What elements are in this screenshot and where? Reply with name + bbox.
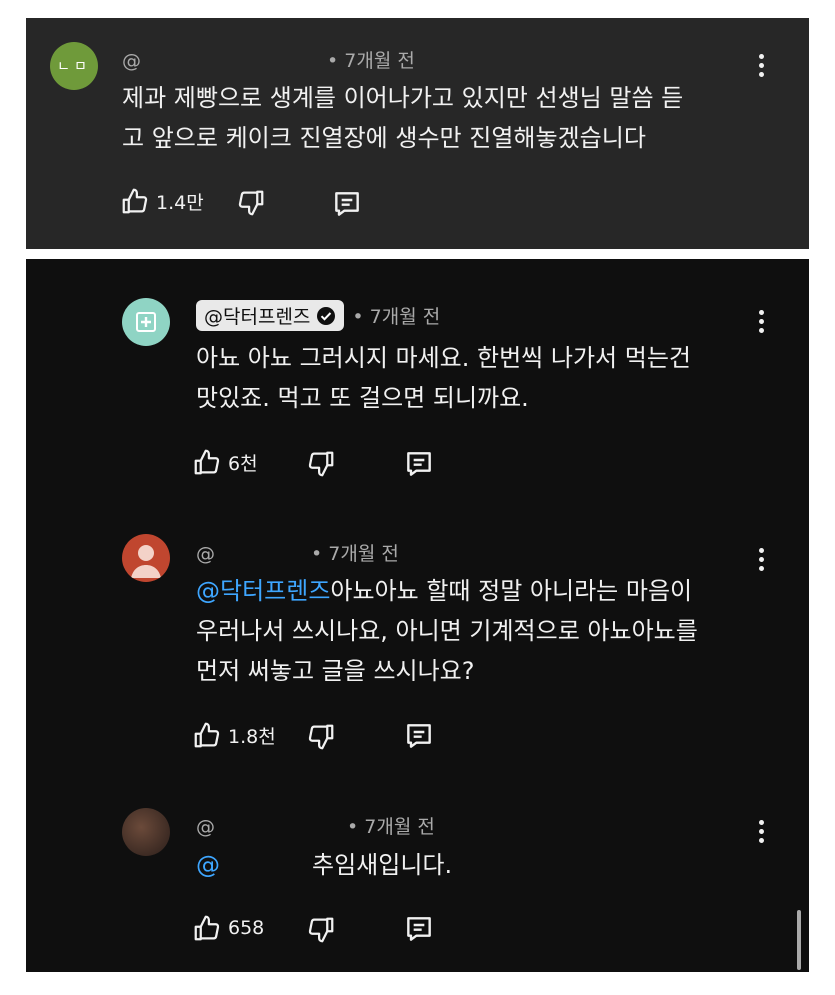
reply-button[interactable]: [402, 720, 436, 752]
medical-cross-icon: [136, 312, 156, 332]
comment-line: 아뇨아뇨 할때 정말 아니라는 마음이: [330, 577, 693, 605]
more-vert-icon[interactable]: [758, 548, 766, 575]
like-button[interactable]: 1.4만: [120, 186, 204, 216]
reply-icon: [335, 192, 359, 216]
comment-line: 고 앞으로 케이크 진열장에 생수만 진열해놓겠습니다: [122, 124, 646, 152]
avatar[interactable]: [122, 808, 170, 856]
comment-author[interactable]: @: [196, 816, 215, 838]
comment-meta: @닥터프렌즈 • 7개월 전: [196, 300, 440, 331]
comment-line: 맛있죠. 먹고 또 걸으면 되니까요.: [196, 384, 529, 412]
mention-link[interactable]: @닥터프렌즈: [196, 577, 330, 605]
like-count: 658: [228, 917, 265, 939]
like-count: 1.8천: [228, 725, 276, 748]
comment-meta: @ • 7개월 전: [196, 812, 435, 839]
reply-button[interactable]: [402, 913, 436, 945]
thumbs-up-icon: [122, 188, 148, 214]
reply-button[interactable]: [330, 188, 364, 220]
comment-line: 제과 제빵으로 생계를 이어나가고 있지만 선생님 말씀 듣: [122, 84, 684, 112]
like-button[interactable]: 6천: [192, 447, 258, 477]
thumbs-up-icon: [194, 449, 220, 475]
comment-text: 아뇨 아뇨 그러시지 마세요. 한번씩 나가서 먹는건 맛있죠. 먹고 또 걸으…: [196, 338, 691, 418]
comment-time: • 7개월 전: [347, 816, 435, 838]
thumbs-up-icon: [194, 915, 220, 941]
comment-line: 아뇨 아뇨 그러시지 마세요. 한번씩 나가서 먹는건: [196, 344, 692, 372]
comment-text: @ 추임새입니다.: [196, 845, 452, 885]
dislike-button[interactable]: [306, 449, 336, 479]
scrollbar[interactable]: [797, 910, 801, 970]
avatar[interactable]: ㄴㅁ: [50, 42, 98, 90]
like-count: 6천: [228, 452, 258, 475]
comment-line: 우러나서 쓰시나요, 아니면 기계적으로 아뇨아뇨를: [196, 617, 698, 645]
more-vert-icon[interactable]: [758, 820, 766, 847]
thumbs-down-icon: [238, 190, 264, 216]
comment-text: @닥터프렌즈아뇨아뇨 할때 정말 아니라는 마음이 우러나서 쓰시나요, 아니면…: [196, 571, 698, 691]
thumbs-down-icon: [308, 724, 334, 750]
comment-author[interactable]: @: [196, 543, 215, 565]
thumbs-down-icon: [308, 917, 334, 943]
comment-line: 추임새입니다.: [312, 851, 453, 879]
thumbs-down-icon: [308, 451, 334, 477]
comment-time: • 7개월 전: [311, 543, 399, 565]
comment-meta: @ • 7개월 전: [196, 539, 399, 566]
avatar[interactable]: [122, 534, 170, 582]
comment-author: @닥터프렌즈: [204, 306, 311, 328]
like-count: 1.4만: [156, 191, 204, 214]
channel-owner-badge[interactable]: @닥터프렌즈: [196, 300, 345, 331]
verified-check-icon: [317, 306, 336, 325]
default-user-icon: [131, 545, 161, 578]
avatar[interactable]: [122, 298, 170, 346]
mention-link[interactable]: @: [196, 851, 220, 879]
like-button[interactable]: 1.8천: [192, 720, 276, 750]
comment-time: • 7개월 전: [327, 50, 415, 72]
comment-meta: @ • 7개월 전: [122, 46, 415, 73]
thumbs-up-icon: [194, 722, 220, 748]
reply-icon: [407, 917, 431, 941]
reply-button[interactable]: [402, 448, 436, 480]
more-vert-icon[interactable]: [758, 54, 766, 81]
reply-icon: [407, 724, 431, 748]
dislike-button[interactable]: [306, 722, 336, 752]
comment-author[interactable]: @: [122, 50, 141, 72]
reply-icon: [407, 452, 431, 476]
comment-line: 먼저 써놓고 글을 쓰시나요?: [196, 657, 475, 685]
avatar-initials: ㄴㅁ: [57, 59, 91, 75]
like-button[interactable]: 658: [192, 913, 264, 943]
dislike-button[interactable]: [306, 915, 336, 945]
comment-time: • 7개월 전: [352, 306, 441, 328]
dislike-button[interactable]: [236, 188, 266, 218]
more-vert-icon[interactable]: [758, 310, 766, 337]
comment-text: 제과 제빵으로 생계를 이어나가고 있지만 선생님 말씀 듣 고 앞으로 케이크…: [122, 78, 683, 158]
